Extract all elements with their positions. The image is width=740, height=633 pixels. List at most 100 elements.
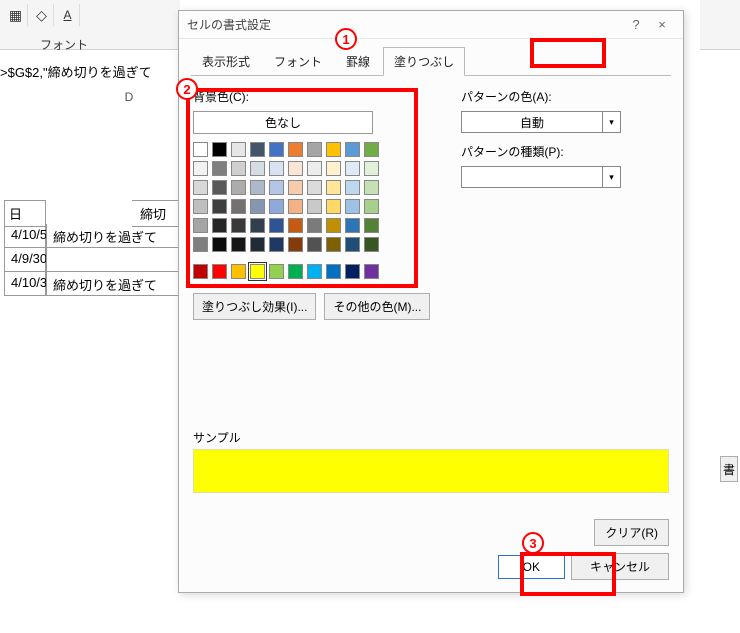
color-swatch[interactable]: [231, 237, 246, 252]
cancel-button[interactable]: キャンセル: [571, 553, 669, 580]
color-swatch[interactable]: [288, 142, 303, 157]
color-swatch[interactable]: [193, 161, 208, 176]
color-swatch[interactable]: [231, 264, 246, 279]
table-cell[interactable]: 4/10/5: [4, 224, 46, 248]
color-swatch[interactable]: [326, 161, 341, 176]
color-swatch[interactable]: [364, 237, 379, 252]
color-swatch[interactable]: [231, 218, 246, 233]
fill-color-icon[interactable]: ◇: [34, 4, 54, 26]
chevron-down-icon[interactable]: ▾: [602, 167, 620, 187]
color-swatch[interactable]: [345, 218, 360, 233]
color-swatch[interactable]: [269, 218, 284, 233]
col-header-d[interactable]: D: [82, 90, 176, 104]
color-swatch[interactable]: [212, 237, 227, 252]
color-swatch[interactable]: [288, 199, 303, 214]
close-button[interactable]: ×: [649, 17, 675, 32]
table-cell[interactable]: [46, 248, 180, 272]
color-swatch[interactable]: [193, 237, 208, 252]
color-swatch[interactable]: [269, 161, 284, 176]
color-swatch[interactable]: [250, 199, 265, 214]
tab-fill[interactable]: 塗りつぶし: [383, 47, 465, 76]
table-cell[interactable]: 4/10/3: [4, 272, 46, 296]
color-swatch[interactable]: [364, 218, 379, 233]
color-swatch[interactable]: [307, 161, 322, 176]
color-swatch[interactable]: [326, 199, 341, 214]
border-icon[interactable]: ▦: [8, 4, 28, 26]
color-swatch[interactable]: [250, 180, 265, 195]
color-swatch[interactable]: [212, 264, 227, 279]
color-swatch[interactable]: [212, 161, 227, 176]
color-swatch[interactable]: [269, 142, 284, 157]
color-swatch[interactable]: [250, 161, 265, 176]
color-swatch[interactable]: [193, 180, 208, 195]
no-color-button[interactable]: 色なし: [193, 111, 373, 134]
color-swatch[interactable]: [250, 237, 265, 252]
color-swatch[interactable]: [364, 142, 379, 157]
color-swatch[interactable]: [364, 264, 379, 279]
color-swatch[interactable]: [307, 264, 322, 279]
color-swatch[interactable]: [345, 199, 360, 214]
color-swatch[interactable]: [231, 180, 246, 195]
table-cell[interactable]: 締め切りを過ぎて: [46, 272, 180, 296]
color-swatch[interactable]: [288, 264, 303, 279]
color-swatch[interactable]: [307, 199, 322, 214]
color-swatch[interactable]: [212, 142, 227, 157]
color-swatch[interactable]: [269, 264, 284, 279]
color-swatch[interactable]: [231, 199, 246, 214]
color-swatch[interactable]: [345, 180, 360, 195]
color-swatch[interactable]: [269, 237, 284, 252]
color-swatch[interactable]: [288, 180, 303, 195]
color-swatch[interactable]: [288, 161, 303, 176]
color-swatch[interactable]: [269, 180, 284, 195]
tab-number-format[interactable]: 表示形式: [191, 47, 261, 76]
color-swatch[interactable]: [326, 237, 341, 252]
color-swatch[interactable]: [307, 180, 322, 195]
color-swatch[interactable]: [288, 218, 303, 233]
color-swatch[interactable]: [288, 237, 303, 252]
chevron-down-icon[interactable]: ▾: [602, 112, 620, 132]
color-swatch[interactable]: [193, 142, 208, 157]
color-swatch[interactable]: [193, 264, 208, 279]
color-swatch[interactable]: [212, 180, 227, 195]
dialog-titlebar[interactable]: セルの書式設定 ? ×: [179, 11, 683, 39]
color-swatch[interactable]: [345, 237, 360, 252]
color-swatch[interactable]: [231, 161, 246, 176]
color-swatch[interactable]: [231, 142, 246, 157]
color-swatch[interactable]: [345, 264, 360, 279]
ok-button[interactable]: OK: [498, 555, 565, 579]
color-swatch[interactable]: [326, 180, 341, 195]
fill-effects-button[interactable]: 塗りつぶし効果(I)...: [193, 293, 316, 320]
color-swatch[interactable]: [250, 142, 265, 157]
color-swatch[interactable]: [193, 218, 208, 233]
color-swatch[interactable]: [345, 142, 360, 157]
tab-border[interactable]: 罫線: [335, 47, 381, 76]
color-swatch[interactable]: [269, 199, 284, 214]
color-swatch[interactable]: [364, 199, 379, 214]
side-format-button[interactable]: 書: [720, 456, 738, 482]
color-swatch[interactable]: [326, 264, 341, 279]
tab-font[interactable]: フォント: [263, 47, 333, 76]
color-swatch[interactable]: [250, 264, 265, 279]
other-colors-button[interactable]: その他の色(M)...: [324, 293, 430, 320]
table-cell[interactable]: 締め切りを過ぎて: [46, 224, 180, 248]
color-swatch[interactable]: [212, 218, 227, 233]
clear-button[interactable]: クリア(R): [594, 519, 669, 546]
color-swatch[interactable]: [307, 237, 322, 252]
help-button[interactable]: ?: [623, 17, 649, 32]
color-swatch[interactable]: [212, 199, 227, 214]
color-swatch[interactable]: [307, 218, 322, 233]
color-swatch[interactable]: [250, 218, 265, 233]
table-cell[interactable]: 4/9/30: [4, 248, 46, 272]
pattern-color-select[interactable]: 自動 ▾: [461, 111, 621, 133]
color-swatch[interactable]: [326, 218, 341, 233]
color-swatch[interactable]: [193, 199, 208, 214]
font-color-icon[interactable]: A: [60, 4, 80, 26]
color-swatch[interactable]: [364, 180, 379, 195]
color-swatch[interactable]: [307, 142, 322, 157]
formula-bar-fragment: >$G$2,"締め切りを過ぎて: [0, 62, 152, 81]
pattern-type-select[interactable]: ▾: [461, 166, 621, 188]
right-ribbon-frag: [700, 0, 740, 50]
color-swatch[interactable]: [326, 142, 341, 157]
color-swatch[interactable]: [364, 161, 379, 176]
color-swatch[interactable]: [345, 161, 360, 176]
